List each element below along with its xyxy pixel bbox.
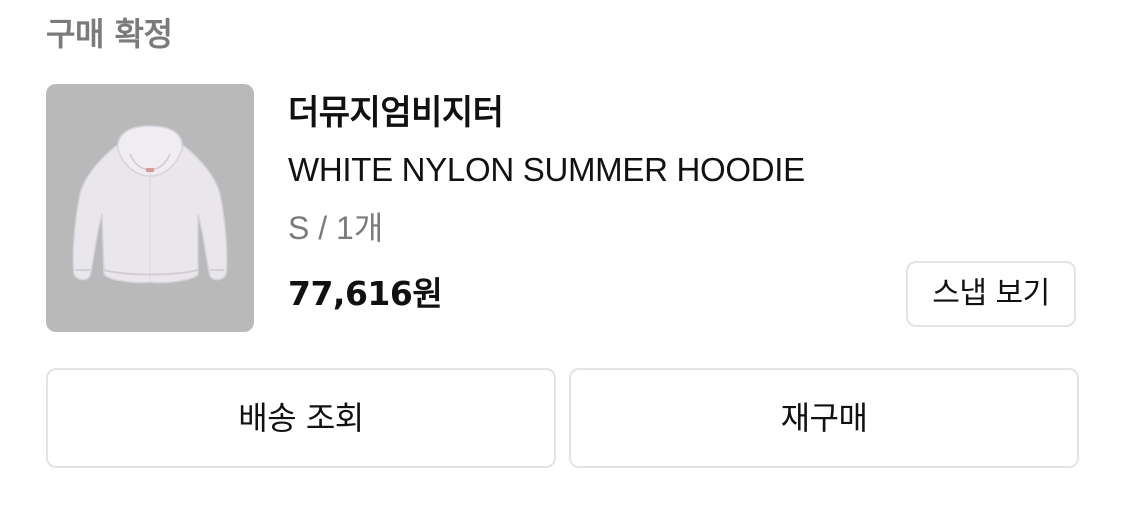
view-snap-button[interactable]: 스냅 보기 (906, 261, 1076, 327)
product-price: 77,616원 (288, 274, 443, 313)
product-name[interactable]: WHITE NYLON SUMMER HOODIE (288, 148, 805, 192)
product-option: S / 1개 (288, 210, 384, 246)
product-thumbnail[interactable] (46, 84, 254, 332)
track-shipping-button[interactable]: 배송 조회 (46, 368, 556, 468)
hoodie-image (72, 125, 228, 284)
rebuy-button[interactable]: 재구매 (569, 368, 1079, 468)
brand-name[interactable]: 더뮤지엄비지터 (288, 90, 504, 136)
order-status-title: 구매 확정 (46, 15, 173, 53)
